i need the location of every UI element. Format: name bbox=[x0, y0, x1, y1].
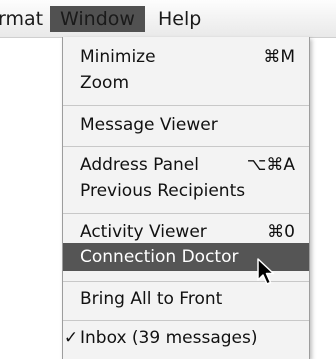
menu-item-previous-recipients[interactable]: Previous Recipients bbox=[63, 177, 309, 205]
menu-item-shortcut: ⌘0 bbox=[267, 222, 295, 242]
menu-item-label: Message Viewer bbox=[80, 115, 218, 135]
menu-item-label: Address Panel bbox=[80, 155, 199, 175]
menu-separator bbox=[63, 213, 309, 214]
menu-item-inbox[interactable]: ✓ Inbox (39 messages) bbox=[63, 324, 309, 352]
checkmark-icon: ✓ bbox=[63, 328, 79, 348]
menu-item-zoom[interactable]: Zoom bbox=[63, 69, 309, 97]
menu-window[interactable]: Window bbox=[50, 6, 145, 32]
window-menu-dropdown: Minimize ⌘M Zoom Message Viewer Address … bbox=[62, 37, 310, 359]
menu-separator bbox=[63, 146, 309, 147]
menu-bar: rmat Window Help bbox=[0, 0, 336, 38]
menu-item-label: Connection Doctor bbox=[80, 247, 239, 267]
menu-item-label: Activity Viewer bbox=[80, 222, 207, 242]
menu-item-label: Previous Recipients bbox=[80, 181, 246, 201]
menu-item-label: Bring All to Front bbox=[80, 289, 223, 309]
menu-item-activity-viewer[interactable]: Activity Viewer ⌘0 bbox=[63, 218, 309, 246]
menu-item-bring-all-to-front[interactable]: Bring All to Front bbox=[63, 285, 309, 313]
menu-item-shortcut: ⌥⌘A bbox=[246, 155, 295, 175]
menu-help[interactable]: Help bbox=[158, 6, 201, 32]
menu-item-label: Zoom bbox=[80, 73, 130, 93]
menu-item-label: Inbox (39 messages) bbox=[80, 328, 258, 348]
menu-item-label: Minimize bbox=[80, 47, 156, 67]
menu-item-message-viewer[interactable]: Message Viewer bbox=[63, 111, 309, 139]
menu-item-shortcut: ⌘M bbox=[263, 47, 295, 67]
menu-item-minimize[interactable]: Minimize ⌘M bbox=[63, 43, 309, 71]
menu-separator bbox=[63, 320, 309, 321]
menu-format[interactable]: rmat bbox=[0, 6, 52, 32]
menu-separator bbox=[63, 105, 309, 106]
arrow-cursor-icon bbox=[257, 258, 275, 285]
menu-item-address-panel[interactable]: Address Panel ⌥⌘A bbox=[63, 151, 309, 179]
